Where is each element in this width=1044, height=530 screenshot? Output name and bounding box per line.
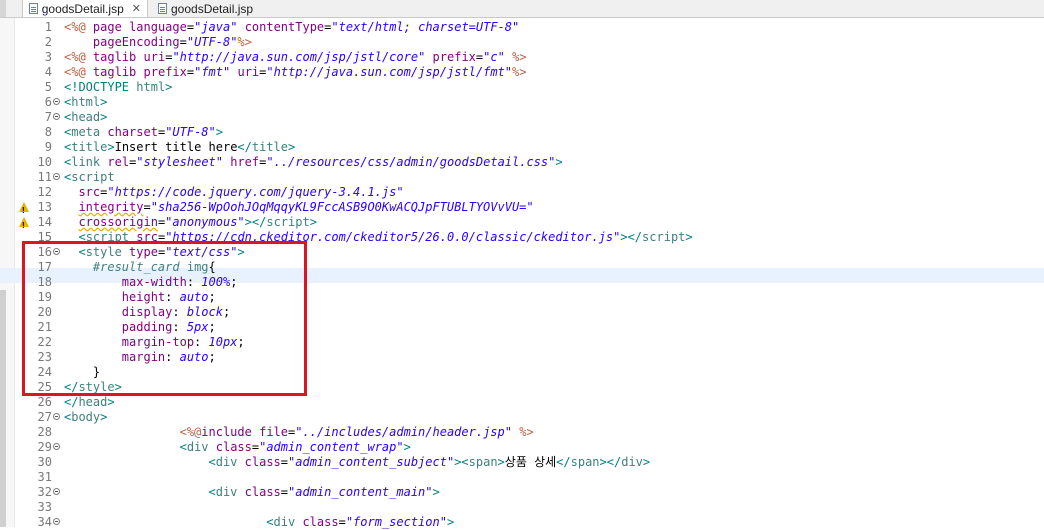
code-text: <%@ taglib uri="http://java.sun.com/jsp/… bbox=[64, 50, 527, 64]
line-number: 2 bbox=[44, 35, 52, 49]
code-text: <title>Insert title here</title> bbox=[64, 140, 296, 154]
code-text: <head> bbox=[64, 110, 108, 124]
fold-toggle-icon[interactable] bbox=[53, 413, 60, 420]
code-text: <div class="admin_content_wrap"> bbox=[179, 440, 411, 454]
code-text: <script bbox=[64, 170, 115, 184]
line-number: 7 bbox=[44, 110, 52, 124]
line-number: 3 bbox=[44, 50, 52, 64]
code-line[interactable]: 33 bbox=[0, 500, 1044, 515]
tab-label: goodsDetail.jsp bbox=[41, 1, 124, 16]
code-text: <div class="admin_content_subject"><span… bbox=[208, 455, 651, 469]
code-text: <meta charset="UTF-8"> bbox=[64, 125, 223, 139]
line-number: 4 bbox=[44, 65, 52, 79]
code-line[interactable]: 14 crossorigin="anonymous"></script> bbox=[0, 215, 1044, 233]
code-line[interactable]: 4 <%@ taglib prefix="fmt" uri="http://jav… bbox=[0, 65, 1044, 80]
line-number: 9 bbox=[44, 140, 52, 154]
code-text: pageEncoding="UTF-8"%> bbox=[92, 35, 252, 49]
line-number: 14 bbox=[37, 215, 52, 229]
close-tab-icon[interactable]: ✕ bbox=[132, 2, 141, 15]
code-text: <!DOCTYPE html> bbox=[64, 80, 173, 94]
code-line[interactable]: 5 <!DOCTYPE html> bbox=[0, 80, 1044, 95]
line-number: 11 bbox=[37, 170, 52, 184]
code-text: <body> bbox=[64, 410, 108, 424]
code-line[interactable]: 3 <%@ taglib uri="http://java.sun.com/jsp… bbox=[0, 50, 1044, 65]
fold-toggle-icon[interactable] bbox=[53, 443, 60, 450]
code-line[interactable]: 9 <title>Insert title here</title> bbox=[0, 140, 1044, 155]
code-line[interactable]: 26 </head> bbox=[0, 395, 1044, 410]
line-number: 32 bbox=[37, 485, 52, 499]
line-number: 28 bbox=[37, 425, 52, 439]
fold-toggle-icon[interactable] bbox=[53, 518, 60, 525]
code-line[interactable]: 1 <%@ page language="java" contentType="t… bbox=[0, 20, 1044, 35]
code-line[interactable]: 13 integrity="sha256-WpOohJOqMqqyKL9FccA… bbox=[0, 200, 1044, 218]
line-number: 1 bbox=[44, 20, 52, 34]
code-text: <div class="admin_content_main"> bbox=[208, 485, 440, 499]
tab-goodsdetail-inactive[interactable]: goodsDetail.jsp bbox=[152, 0, 264, 17]
line-number: 31 bbox=[37, 470, 52, 484]
code-line[interactable]: 29 <div class="admin_content_wrap"> bbox=[0, 440, 1044, 455]
code-text: src="https://code.jquery.com/jquery-3.4.… bbox=[78, 185, 404, 199]
line-number: 27 bbox=[37, 410, 52, 424]
code-line[interactable]: 31 bbox=[0, 470, 1044, 485]
line-number: 29 bbox=[37, 440, 52, 454]
code-line[interactable]: 6 <html> bbox=[0, 95, 1044, 110]
code-text: <div class="form_section"> bbox=[266, 515, 455, 529]
annotation-highlight-box bbox=[22, 241, 307, 396]
code-line[interactable]: 32 <div class="admin_content_main"> bbox=[0, 485, 1044, 500]
editor-tab-bar: goodsDetail.jsp ✕ goodsDetail.jsp bbox=[0, 0, 1044, 18]
line-number: 6 bbox=[44, 95, 52, 109]
line-number: 13 bbox=[37, 200, 52, 214]
code-line[interactable]: 8 <meta charset="UTF-8"> bbox=[0, 125, 1044, 140]
line-number: 30 bbox=[37, 455, 52, 469]
code-text: <link rel="stylesheet" href="../resource… bbox=[64, 155, 563, 169]
code-line[interactable]: 2 pageEncoding="UTF-8"%> bbox=[0, 35, 1044, 50]
line-number: 12 bbox=[37, 185, 52, 199]
fold-toggle-icon[interactable] bbox=[53, 98, 60, 105]
tab-label: goodsDetail.jsp bbox=[171, 1, 254, 16]
code-text: <%@include file="../includes/admin/heade… bbox=[179, 425, 534, 439]
code-text: <%@ taglib prefix="fmt" uri="http://java… bbox=[64, 65, 527, 79]
line-number: 33 bbox=[37, 500, 52, 514]
code-line[interactable]: 11 <script bbox=[0, 170, 1044, 185]
line-number: 8 bbox=[44, 125, 52, 139]
jsp-file-icon bbox=[158, 3, 167, 14]
fold-toggle-icon[interactable] bbox=[53, 173, 60, 180]
line-number: 10 bbox=[37, 155, 52, 169]
tab-bar-edge bbox=[0, 0, 6, 17]
code-line[interactable]: 12 src="https://code.jquery.com/jquery-3… bbox=[0, 185, 1044, 200]
code-line[interactable]: 28 <%@include file="../includes/admin/he… bbox=[0, 425, 1044, 440]
code-line[interactable]: 7 <head> bbox=[0, 110, 1044, 125]
code-text: crossorigin="anonymous"></script> bbox=[78, 215, 317, 229]
code-text: <%@ page language="java" contentType="te… bbox=[64, 20, 520, 34]
code-text: </head> bbox=[64, 395, 115, 409]
line-number: 5 bbox=[44, 80, 52, 94]
code-line[interactable]: 10 <link rel="stylesheet" href="../resour… bbox=[0, 155, 1044, 170]
code-line[interactable]: 34 <div class="form_section"> bbox=[0, 515, 1044, 530]
fold-toggle-icon[interactable] bbox=[53, 488, 60, 495]
jsp-file-icon bbox=[29, 3, 38, 14]
code-line[interactable]: 27 <body> bbox=[0, 410, 1044, 425]
tab-goodsdetail-active[interactable]: goodsDetail.jsp ✕ bbox=[22, 0, 148, 17]
line-number: 26 bbox=[37, 395, 52, 409]
fold-toggle-icon[interactable] bbox=[53, 113, 60, 120]
code-text: <html> bbox=[64, 95, 108, 109]
code-line[interactable]: 30 <div class="admin_content_subject"><s… bbox=[0, 455, 1044, 470]
line-number: 34 bbox=[37, 515, 52, 529]
code-text: integrity="sha256-WpOohJOqMqqyKL9FccASB9… bbox=[78, 200, 534, 214]
